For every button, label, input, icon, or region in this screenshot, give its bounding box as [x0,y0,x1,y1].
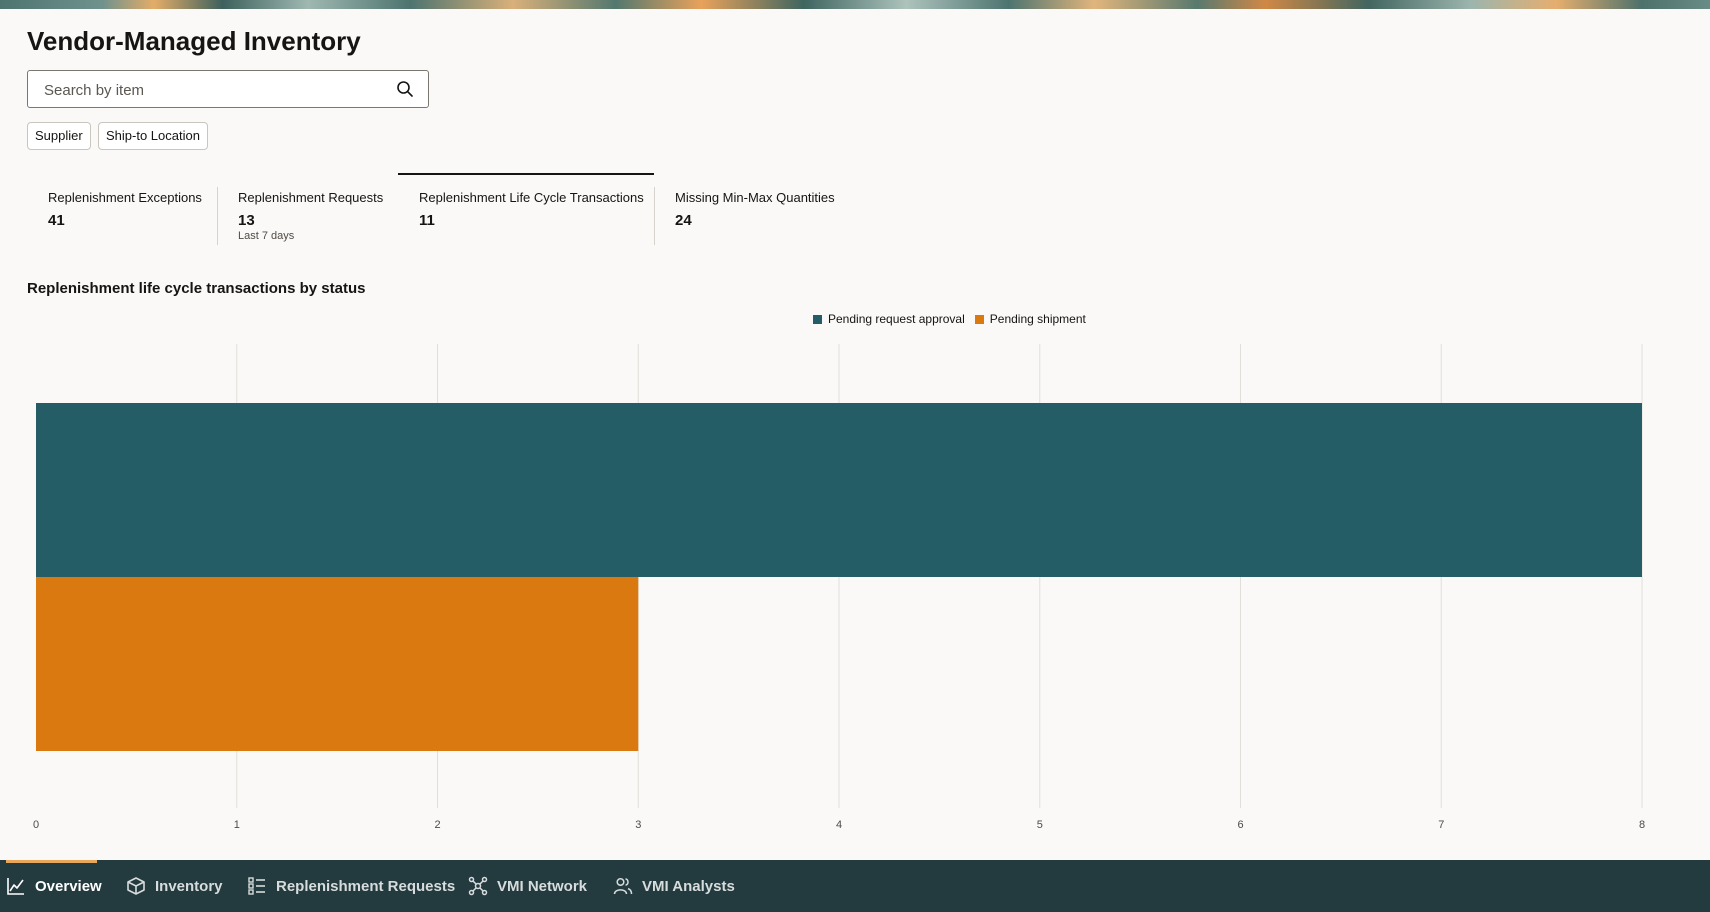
x-tick-label: 5 [1037,819,1043,831]
x-tick-label: 6 [1237,819,1243,831]
nav-item-replenishment-requests[interactable]: Replenishment Requests [247,874,455,898]
kpi-value: 41 [48,212,65,229]
box-icon [127,877,145,895]
decorative-banner [0,0,1710,9]
nav-active-indicator [6,860,97,863]
kpi-label: Replenishment Exceptions [48,190,202,205]
bar-chart: 0 1 2 3 4 5 6 7 8 [33,344,1645,831]
kpi-subtext: Last 7 days [238,230,295,242]
kpi-label: Replenishment Requests [238,190,384,205]
x-tick-label: 4 [836,819,842,831]
chart-title: Replenishment life cycle transactions by… [27,280,366,297]
legend-label: Pending request approval [828,312,965,326]
kpi-value: 11 [419,212,435,229]
legend-item-pending-request-approval[interactable]: Pending request approval [813,312,965,326]
search-icon[interactable] [396,80,414,98]
line-chart-icon [7,878,24,895]
ship-to-location-filter-chip[interactable]: Ship-to Location [98,122,208,150]
kpi-label: Replenishment Life Cycle Transactions [419,190,644,205]
x-tick-label: 0 [33,819,39,831]
kpi-value: 13 [238,212,255,229]
list-icon [248,877,265,895]
search-input[interactable] [42,71,386,109]
kpi-value: 24 [675,212,692,229]
kpi-divider [217,187,218,245]
legend-swatch [813,314,822,324]
bar-pending-request-approval[interactable] [36,403,1642,577]
legend-label: Pending shipment [989,312,1086,326]
nav-label: Overview [35,877,102,895]
users-icon [613,877,633,895]
bottom-navigation: Overview Inventory Replenishment Request… [0,860,1710,912]
bar-pending-shipment[interactable] [36,577,639,751]
x-tick-label: 8 [1639,819,1645,831]
nav-label: Replenishment Requests [276,877,456,895]
search-box[interactable] [27,70,429,109]
nav-item-inventory[interactable]: Inventory [126,874,223,898]
x-tick-label: 7 [1438,819,1444,831]
nav-item-vmi-network[interactable]: VMI Network [468,874,587,898]
chart-legend: Pending request approval Pending shipmen… [813,312,1096,326]
nav-item-overview[interactable]: Overview [6,874,102,898]
supplier-filter-chip[interactable]: Supplier [27,122,91,150]
legend-item-pending-shipment[interactable]: Pending shipment [974,312,1086,326]
x-tick-label: 3 [635,819,641,831]
x-tick-label: 2 [434,819,440,831]
x-tick-label: 1 [234,819,240,831]
page-title: Vendor-Managed Inventory [27,26,361,56]
kpi-divider [654,187,655,245]
legend-swatch [974,314,984,324]
nav-label: VMI Network [497,877,588,895]
network-icon [468,876,488,896]
kpi-selected-indicator [398,173,654,175]
kpi-label: Missing Min-Max Quantities [675,190,835,205]
nav-label: VMI Analysts [642,877,735,895]
nav-label: Inventory [155,877,223,895]
nav-item-vmi-analysts[interactable]: VMI Analysts [613,874,735,898]
